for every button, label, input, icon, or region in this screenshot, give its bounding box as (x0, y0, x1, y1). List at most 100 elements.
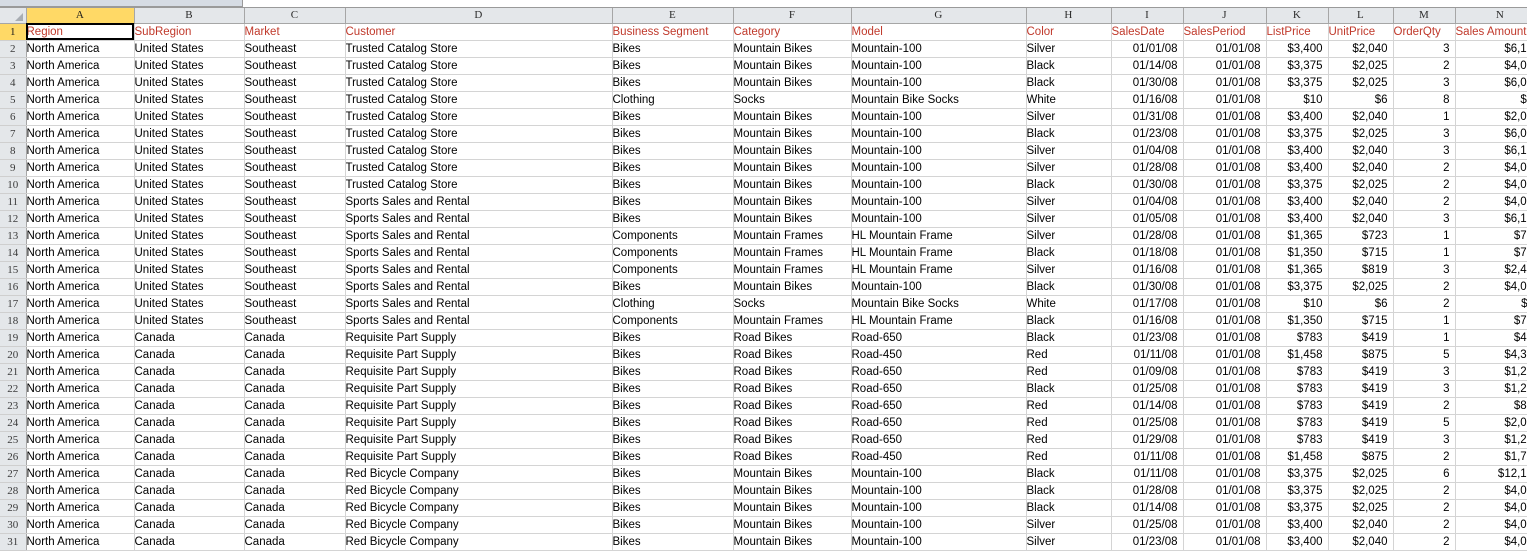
cell-J21[interactable]: 01/01/08 (1183, 363, 1267, 381)
cell-F13[interactable]: Mountain Frames (733, 227, 852, 245)
cell-B13[interactable]: United States (134, 227, 245, 245)
cell-E22[interactable]: Bikes (612, 380, 734, 398)
cell-N31[interactable]: $4,080 (1455, 533, 1527, 551)
cell-M1[interactable]: OrderQty (1393, 23, 1456, 41)
cell-N2[interactable]: $6,120 (1455, 40, 1527, 58)
cell-A19[interactable]: North America (26, 329, 135, 347)
cell-D31[interactable]: Red Bicycle Company (345, 533, 613, 551)
cell-N16[interactable]: $4,050 (1455, 278, 1527, 296)
cell-F5[interactable]: Socks (733, 91, 852, 109)
cell-C26[interactable]: Canada (244, 448, 346, 466)
cell-H29[interactable]: Black (1026, 499, 1112, 517)
cell-J23[interactable]: 01/01/08 (1183, 397, 1267, 415)
cell-D15[interactable]: Sports Sales and Rental (345, 261, 613, 279)
cell-E8[interactable]: Bikes (612, 142, 734, 160)
cell-J20[interactable]: 01/01/08 (1183, 346, 1267, 364)
cell-D11[interactable]: Sports Sales and Rental (345, 193, 613, 211)
cell-C19[interactable]: Canada (244, 329, 346, 347)
cell-C13[interactable]: Southeast (244, 227, 346, 245)
cell-H4[interactable]: Black (1026, 74, 1112, 92)
cell-B3[interactable]: United States (134, 57, 245, 75)
cell-L1[interactable]: UnitPrice (1328, 23, 1394, 41)
cell-I2[interactable]: 01/01/08 (1111, 40, 1184, 58)
cell-C10[interactable]: Southeast (244, 176, 346, 194)
cell-C23[interactable]: Canada (244, 397, 346, 415)
cell-L2[interactable]: $2,040 (1328, 40, 1394, 58)
cell-N10[interactable]: $4,050 (1455, 176, 1527, 194)
cell-F14[interactable]: Mountain Frames (733, 244, 852, 262)
cell-I26[interactable]: 01/11/08 (1111, 448, 1184, 466)
cell-F18[interactable]: Mountain Frames (733, 312, 852, 330)
cell-I7[interactable]: 01/23/08 (1111, 125, 1184, 143)
cell-D4[interactable]: Trusted Catalog Store (345, 74, 613, 92)
cell-F23[interactable]: Road Bikes (733, 397, 852, 415)
cell-M20[interactable]: 5 (1393, 346, 1456, 364)
cell-G28[interactable]: Mountain-100 (851, 482, 1027, 500)
cell-E25[interactable]: Bikes (612, 431, 734, 449)
cell-G29[interactable]: Mountain-100 (851, 499, 1027, 517)
cell-E4[interactable]: Bikes (612, 74, 734, 92)
cell-A12[interactable]: North America (26, 210, 135, 228)
cell-A8[interactable]: North America (26, 142, 135, 160)
cell-F24[interactable]: Road Bikes (733, 414, 852, 432)
cell-A21[interactable]: North America (26, 363, 135, 381)
cell-L20[interactable]: $875 (1328, 346, 1394, 364)
cell-A17[interactable]: North America (26, 295, 135, 313)
cell-M9[interactable]: 2 (1393, 159, 1456, 177)
cell-K12[interactable]: $3,400 (1266, 210, 1329, 228)
cell-H30[interactable]: Silver (1026, 516, 1112, 534)
cell-B31[interactable]: Canada (134, 533, 245, 551)
cell-B12[interactable]: United States (134, 210, 245, 228)
cell-M30[interactable]: 2 (1393, 516, 1456, 534)
cell-H26[interactable]: Red (1026, 448, 1112, 466)
cell-L6[interactable]: $2,040 (1328, 108, 1394, 126)
cell-B24[interactable]: Canada (134, 414, 245, 432)
cell-B27[interactable]: Canada (134, 465, 245, 483)
cell-K16[interactable]: $3,375 (1266, 278, 1329, 296)
cell-M10[interactable]: 2 (1393, 176, 1456, 194)
cell-G17[interactable]: Mountain Bike Socks (851, 295, 1027, 313)
cell-D27[interactable]: Red Bicycle Company (345, 465, 613, 483)
cell-J16[interactable]: 01/01/08 (1183, 278, 1267, 296)
cell-D26[interactable]: Requisite Part Supply (345, 448, 613, 466)
cell-B7[interactable]: United States (134, 125, 245, 143)
cell-I18[interactable]: 01/16/08 (1111, 312, 1184, 330)
cell-N11[interactable]: $4,080 (1455, 193, 1527, 211)
cell-G6[interactable]: Mountain-100 (851, 108, 1027, 126)
cell-A31[interactable]: North America (26, 533, 135, 551)
cell-F16[interactable]: Mountain Bikes (733, 278, 852, 296)
cell-I16[interactable]: 01/30/08 (1111, 278, 1184, 296)
cell-A23[interactable]: North America (26, 397, 135, 415)
column-header-b[interactable]: B (134, 8, 245, 24)
cell-G22[interactable]: Road-650 (851, 380, 1027, 398)
cell-M12[interactable]: 3 (1393, 210, 1456, 228)
cell-L19[interactable]: $419 (1328, 329, 1394, 347)
cell-D30[interactable]: Red Bicycle Company (345, 516, 613, 534)
cell-E18[interactable]: Components (612, 312, 734, 330)
cell-E2[interactable]: Bikes (612, 40, 734, 58)
cell-H7[interactable]: Black (1026, 125, 1112, 143)
cell-G20[interactable]: Road-450 (851, 346, 1027, 364)
cell-I30[interactable]: 01/25/08 (1111, 516, 1184, 534)
cell-A10[interactable]: North America (26, 176, 135, 194)
cell-H14[interactable]: Black (1026, 244, 1112, 262)
cell-E5[interactable]: Clothing (612, 91, 734, 109)
cell-I23[interactable]: 01/14/08 (1111, 397, 1184, 415)
row-header-28[interactable]: 28 (0, 482, 27, 500)
cell-F28[interactable]: Mountain Bikes (733, 482, 852, 500)
row-header-14[interactable]: 14 (0, 244, 27, 262)
cell-L15[interactable]: $819 (1328, 261, 1394, 279)
cell-D25[interactable]: Requisite Part Supply (345, 431, 613, 449)
cell-G25[interactable]: Road-650 (851, 431, 1027, 449)
cell-N12[interactable]: $6,120 (1455, 210, 1527, 228)
row-header-21[interactable]: 21 (0, 363, 27, 381)
cell-H25[interactable]: Red (1026, 431, 1112, 449)
cell-K26[interactable]: $1,458 (1266, 448, 1329, 466)
cell-F29[interactable]: Mountain Bikes (733, 499, 852, 517)
cell-I14[interactable]: 01/18/08 (1111, 244, 1184, 262)
cell-E13[interactable]: Components (612, 227, 734, 245)
cell-M11[interactable]: 2 (1393, 193, 1456, 211)
cell-H24[interactable]: Red (1026, 414, 1112, 432)
cell-L26[interactable]: $875 (1328, 448, 1394, 466)
cell-I24[interactable]: 01/25/08 (1111, 414, 1184, 432)
